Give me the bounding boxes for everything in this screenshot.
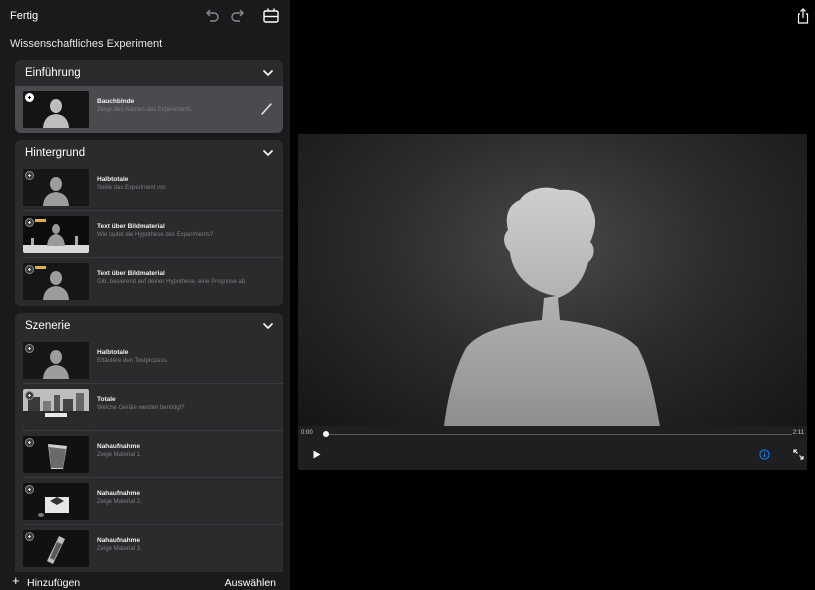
shot-row[interactable]: Text über Bildmaterial Wie lautet die Hy… (15, 211, 283, 258)
done-button[interactable]: Fertig (10, 10, 38, 22)
shot-row[interactable]: Halbtotale Erläutere den Testprozess. (15, 337, 283, 384)
person-silhouette-image (444, 187, 660, 426)
fullscreen-icon[interactable] (793, 449, 804, 460)
sidebar: Fertig Wissenschaftliches Experiment Ein… (0, 0, 290, 590)
thumbnail-lab (23, 216, 89, 253)
section-title: Szenerie (25, 320, 71, 332)
shot-description: Erläutere den Testprozess. (97, 358, 169, 364)
shot-title: Totale (97, 396, 116, 403)
select-button[interactable]: Auswählen (225, 577, 276, 589)
add-button[interactable]: Hinzufügen (27, 577, 80, 589)
storyboard-icon[interactable] (262, 7, 280, 25)
video-preview[interactable] (298, 134, 807, 426)
play-icon[interactable] (313, 450, 321, 459)
shot-row[interactable]: Bauchbinde Zeige den Namen des Experimen… (15, 86, 283, 133)
section-header[interactable]: Einführung (15, 60, 283, 86)
shot-title: Nahaufnahme (97, 490, 140, 497)
sidebar-toolbar: Fertig (0, 0, 290, 32)
scrubber-handle[interactable] (323, 431, 329, 437)
scrubber-track[interactable] (325, 434, 792, 435)
shot-row[interactable]: Nahaufnahme Zeige Material 2. (15, 478, 283, 525)
pencil-icon[interactable] (259, 102, 273, 116)
shot-title: Halbtotale (97, 176, 129, 183)
shot-description: Gib, basierend auf deiner Hypothese, ein… (97, 279, 247, 285)
section-einfuehrung: Einführung Bauchbinde Zeige den Namen de… (15, 60, 283, 133)
add-circle-icon[interactable] (25, 344, 34, 353)
total-time: 2:11 (792, 430, 804, 436)
shot-title: Halbtotale (97, 349, 129, 356)
thumbnail-beaker (23, 436, 89, 473)
add-circle-icon[interactable] (25, 93, 34, 102)
thumbnail-lab-equipment (23, 389, 89, 426)
chevron-down-icon[interactable] (262, 321, 274, 331)
thumbnail-tube (23, 530, 89, 567)
share-icon[interactable] (796, 8, 810, 24)
add-circle-icon[interactable] (25, 265, 34, 274)
add-circle-icon[interactable] (25, 438, 34, 447)
player-controls: 0:00 2:11 (298, 426, 807, 470)
shot-title: Nahaufnahme (97, 537, 140, 544)
current-time: 0:00 (301, 430, 313, 436)
add-circle-icon[interactable] (25, 485, 34, 494)
shot-description: Zeige Material 1. (97, 452, 142, 458)
section-header[interactable]: Hintergrund (15, 140, 283, 166)
shot-description: Wie lautet die Hypothese des Experiments… (97, 232, 214, 238)
preview-area: 0:00 2:11 (290, 0, 815, 590)
shot-title: Text über Bildmaterial (97, 223, 165, 230)
thumbnail-person (23, 169, 89, 206)
shot-description: Zeige Material 2. (97, 499, 142, 505)
add-circle-icon[interactable] (25, 218, 34, 227)
shot-title: Nahaufnahme (97, 443, 140, 450)
section-szenerie: Szenerie Halbtotale Erläutere den Testpr… (15, 313, 283, 572)
section-title: Einführung (25, 67, 81, 79)
thumbnail-dish (23, 483, 89, 520)
shot-title: Bauchbinde (97, 98, 135, 105)
thumbnail-person (23, 263, 89, 300)
section-header[interactable]: Szenerie (15, 313, 283, 339)
section-hintergrund: Hintergrund Halbtotale Stelle das Experi… (15, 140, 283, 306)
plus-icon[interactable]: + (12, 574, 20, 587)
add-circle-icon[interactable] (25, 391, 34, 400)
chevron-down-icon[interactable] (262, 148, 274, 158)
shot-description: Zeige den Namen des Experiments. (97, 107, 193, 113)
shot-row[interactable]: Nahaufnahme Zeige Material 3. (15, 525, 283, 572)
shot-description: Stelle das Experiment vor. (97, 185, 167, 191)
shot-title: Text über Bildmaterial (97, 270, 165, 277)
shot-row[interactable]: Text über Bildmaterial Gib, basierend au… (15, 258, 283, 305)
chevron-down-icon[interactable] (262, 68, 274, 78)
add-circle-icon[interactable] (25, 532, 34, 541)
sidebar-bottom-bar: + Hinzufügen Auswählen (0, 572, 290, 590)
shot-row[interactable]: Nahaufnahme Zeige Material 1. (15, 431, 283, 478)
shot-row[interactable]: Totale Welche Geräte werden benötigt? (15, 384, 283, 431)
shot-description: Welche Geräte werden benötigt? (97, 405, 185, 411)
project-title: Wissenschaftliches Experiment (10, 38, 163, 50)
shot-description: Zeige Material 3. (97, 546, 142, 552)
shot-row[interactable]: Halbtotale Stelle das Experiment vor. (15, 164, 283, 211)
thumbnail-person (23, 342, 89, 379)
info-icon[interactable] (759, 449, 770, 460)
undo-icon[interactable] (203, 7, 221, 25)
section-title: Hintergrund (25, 147, 86, 159)
redo-icon[interactable] (229, 7, 247, 25)
thumbnail-person (23, 91, 89, 128)
add-circle-icon[interactable] (25, 171, 34, 180)
